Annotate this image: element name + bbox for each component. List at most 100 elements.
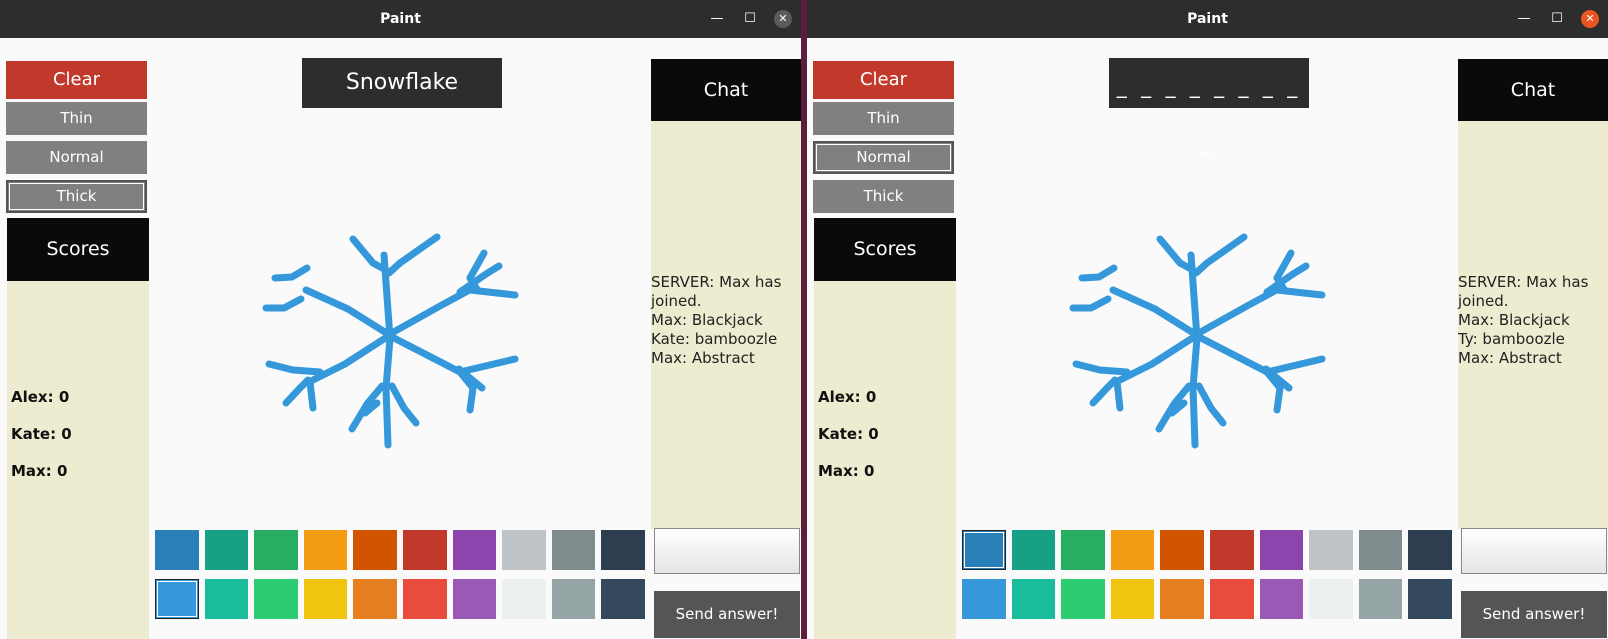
chat-message: SERVER: Max has joined. xyxy=(1458,273,1589,310)
score-item: Kate: 0 xyxy=(11,425,72,443)
color-swatch[interactable] xyxy=(1061,579,1105,619)
normal-button[interactable]: Normal xyxy=(6,141,147,174)
window-content: Clear Thin Normal Thick Scores Alex: 0 K… xyxy=(0,38,801,639)
color-swatch[interactable] xyxy=(1110,530,1155,570)
snowflake-drawing xyxy=(262,233,519,449)
color-palette-row-1 xyxy=(155,530,651,572)
color-swatch[interactable] xyxy=(303,579,348,619)
answer-input[interactable] xyxy=(654,528,800,574)
scores-panel: Scores Alex: 0 Kate: 0 Max: 0 xyxy=(814,218,956,639)
paint-window-left: Paint — ☐ ✕ Clear Thin Normal Thick Scor… xyxy=(0,0,801,639)
paint-window-right: Paint — ☐ ✕ Clear Thin Normal Thick Scor… xyxy=(807,0,1608,639)
word-display: Snowflake xyxy=(302,58,502,108)
chat-messages: SERVER: Max has joined. Max: Blackjack T… xyxy=(1458,273,1606,368)
clear-button[interactable]: Clear xyxy=(813,61,954,99)
color-swatch[interactable] xyxy=(254,579,298,619)
color-swatch[interactable] xyxy=(962,530,1006,570)
maximize-icon[interactable]: ☐ xyxy=(1548,10,1566,28)
color-swatch[interactable] xyxy=(452,530,497,570)
drawing-canvas[interactable] xyxy=(967,118,1447,558)
scores-panel: Scores Alex: 0 Kate: 0 Max: 0 xyxy=(7,218,149,639)
chat-panel: Chat SERVER: Max has joined. Max: Blackj… xyxy=(1458,59,1608,529)
color-swatch[interactable] xyxy=(551,579,596,619)
color-swatch[interactable] xyxy=(502,530,546,570)
close-icon[interactable]: ✕ xyxy=(1581,10,1599,28)
color-swatch[interactable] xyxy=(1209,530,1254,570)
score-item: Max: 0 xyxy=(11,462,68,480)
score-item: Alex: 0 xyxy=(11,388,70,406)
color-swatch[interactable] xyxy=(353,579,397,619)
color-palette-row-1 xyxy=(962,530,1458,572)
minimize-icon[interactable]: — xyxy=(708,10,726,28)
color-swatch[interactable] xyxy=(1309,579,1353,619)
title-bar[interactable]: Paint — ☐ ✕ xyxy=(0,0,801,38)
color-swatch[interactable] xyxy=(502,579,546,619)
color-palette-row-2 xyxy=(155,579,651,621)
color-swatch[interactable] xyxy=(1160,579,1204,619)
color-swatch[interactable] xyxy=(155,530,199,570)
answer-input[interactable] xyxy=(1461,528,1607,574)
chat-panel: Chat SERVER: Max has joined. Max: Blackj… xyxy=(651,59,801,529)
maximize-icon[interactable]: ☐ xyxy=(741,10,759,28)
color-palette-row-2 xyxy=(962,579,1458,621)
color-swatch[interactable] xyxy=(353,530,397,570)
chat-message: SERVER: Max has joined. xyxy=(651,273,782,310)
color-swatch[interactable] xyxy=(155,579,199,619)
thin-button[interactable]: Thin xyxy=(813,102,954,135)
color-swatch[interactable] xyxy=(551,530,596,570)
chat-message: Max: Abstract xyxy=(1458,349,1562,367)
scores-title: Scores xyxy=(814,218,956,281)
title-bar[interactable]: Paint — ☐ ✕ xyxy=(807,0,1608,38)
color-swatch[interactable] xyxy=(601,579,645,619)
color-swatch[interactable] xyxy=(1358,579,1403,619)
color-swatch[interactable] xyxy=(601,530,645,570)
color-swatch[interactable] xyxy=(303,530,348,570)
scores-title: Scores xyxy=(7,218,149,281)
chat-message: Max: Blackjack xyxy=(1458,311,1570,329)
chat-title: Chat xyxy=(651,59,801,121)
color-swatch[interactable] xyxy=(1259,530,1304,570)
color-swatch[interactable] xyxy=(1011,579,1056,619)
close-icon[interactable]: ✕ xyxy=(774,10,792,28)
color-swatch[interactable] xyxy=(1309,530,1353,570)
clear-button[interactable]: Clear xyxy=(6,61,147,99)
scores-list: Alex: 0 Kate: 0 Max: 0 xyxy=(818,388,879,499)
chat-title: Chat xyxy=(1458,59,1608,121)
color-swatch[interactable] xyxy=(1408,579,1452,619)
window-title: Paint xyxy=(380,11,421,27)
color-swatch[interactable] xyxy=(402,579,447,619)
drawing-canvas[interactable] xyxy=(160,118,640,558)
color-swatch[interactable] xyxy=(1259,579,1304,619)
chat-message: Max: Abstract xyxy=(651,349,755,367)
thin-button[interactable]: Thin xyxy=(6,102,147,135)
snowflake-drawing xyxy=(1069,233,1326,449)
color-swatch[interactable] xyxy=(1358,530,1403,570)
color-swatch[interactable] xyxy=(204,530,249,570)
color-swatch[interactable] xyxy=(254,530,298,570)
window-content: Clear Thin Normal Thick Scores Alex: 0 K… xyxy=(807,38,1608,639)
minimize-icon[interactable]: — xyxy=(1515,10,1533,28)
color-swatch[interactable] xyxy=(1011,530,1056,570)
score-item: Max: 0 xyxy=(818,462,875,480)
color-swatch[interactable] xyxy=(452,579,497,619)
color-swatch[interactable] xyxy=(402,530,447,570)
word-display: _ _ _ _ _ _ _ _ _ xyxy=(1109,58,1309,154)
color-swatch[interactable] xyxy=(1061,530,1105,570)
send-answer-button[interactable]: Send answer! xyxy=(1461,591,1607,638)
thick-button[interactable]: Thick xyxy=(813,180,954,213)
score-item: Alex: 0 xyxy=(818,388,877,406)
color-swatch[interactable] xyxy=(962,579,1006,619)
send-answer-button[interactable]: Send answer! xyxy=(654,591,800,638)
color-swatch[interactable] xyxy=(1160,530,1204,570)
color-swatch[interactable] xyxy=(1408,530,1452,570)
scores-list: Alex: 0 Kate: 0 Max: 0 xyxy=(11,388,72,499)
chat-message: Max: Blackjack xyxy=(651,311,763,329)
thick-button[interactable]: Thick xyxy=(6,180,147,213)
window-title: Paint xyxy=(1187,11,1228,27)
chat-message: Ty: bamboozle xyxy=(1458,330,1565,348)
score-item: Kate: 0 xyxy=(818,425,879,443)
color-swatch[interactable] xyxy=(204,579,249,619)
color-swatch[interactable] xyxy=(1209,579,1254,619)
color-swatch[interactable] xyxy=(1110,579,1155,619)
normal-button[interactable]: Normal xyxy=(813,141,954,174)
